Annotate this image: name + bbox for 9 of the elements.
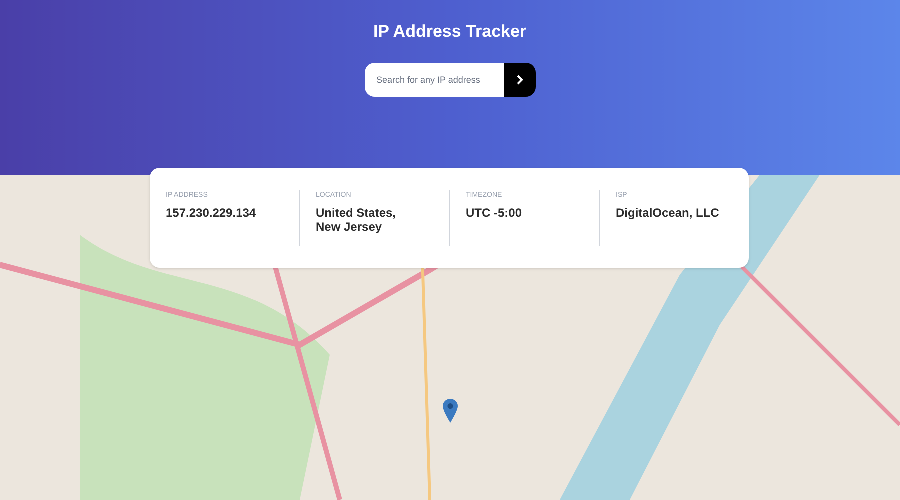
detail-value: DigitalOcean, LLC xyxy=(616,206,720,220)
detail-value: 157.230.229.134 xyxy=(166,206,258,220)
chevron-right-icon xyxy=(516,74,524,84)
location-pin-icon xyxy=(443,399,458,423)
detail-value: UTC -5:00 xyxy=(466,206,524,220)
submit-button[interactable] xyxy=(504,62,536,96)
page-title: IP Address Tracker xyxy=(373,21,527,43)
search-field[interactable]: Search for any IP address xyxy=(364,62,504,96)
detail-value: United States, New Jersey xyxy=(316,206,398,234)
